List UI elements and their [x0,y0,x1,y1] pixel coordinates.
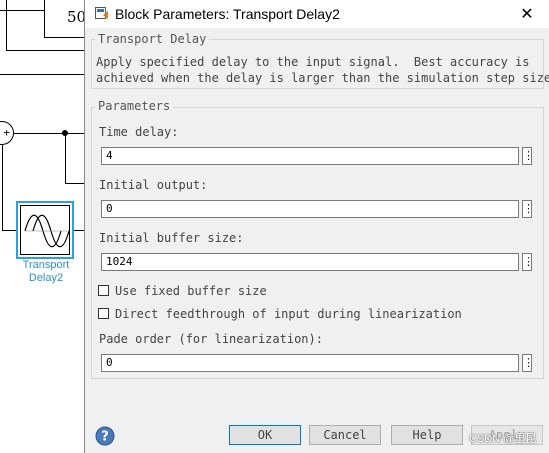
transport-delay-label-line1: Transport [22,259,70,271]
ok-button[interactable]: OK [229,425,301,445]
block-description: Apply specified delay to the input signa… [96,55,549,85]
initial-buffer-size-label: Initial buffer size: [99,231,244,245]
wire-top-right [0,10,44,11]
gain-block[interactable]: 50 [44,0,88,38]
initial-buffer-size-input[interactable]: 1024 [101,253,519,271]
wire-branch-horizontal [65,183,86,184]
block-parameters-dialog: Block Parameters: Transport Delay2 ✕ Tra… [84,0,549,453]
wire-feedback-horizontal [14,133,86,134]
transport-delay-label: Transport Delay2 [10,259,82,285]
watermark: CSDN @里昆 [469,433,537,445]
description-group-legend: Transport Delay [95,32,210,46]
wire-top-left-vertical [6,0,7,50]
direct-feedthrough-label[interactable]: Direct feedthrough of input during linea… [115,307,462,321]
cancel-button[interactable]: Cancel [309,425,381,445]
dialog-titlebar[interactable]: Block Parameters: Transport Delay2 ✕ [85,0,549,28]
simulink-app-icon [95,7,108,19]
dialog-title: Block Parameters: Transport Delay2 [115,6,340,22]
initial-buffer-size-more-button[interactable]: ⋮ [522,253,534,271]
pade-order-more-button[interactable]: ⋮ [522,354,534,372]
initial-output-input[interactable]: 0 [101,200,519,218]
sum-sign: + [3,126,10,139]
pade-order-label: Pade order (for linearization): [99,332,323,346]
sum-block[interactable]: + [0,121,14,145]
wire-mid-horizontal [0,74,86,75]
transport-delay-label-line2: Delay2 [28,272,64,284]
use-fixed-buffer-size-label[interactable]: Use fixed buffer size [115,284,267,298]
delayed-sine-icon [24,214,70,248]
svg-text:?: ? [101,430,109,445]
initial-output-more-button[interactable]: ⋮ [522,200,534,218]
wire-to-delay [2,230,16,231]
transport-delay-block[interactable] [16,201,74,259]
initial-output-label: Initial output: [99,178,208,192]
wire-sum-down [2,145,3,230]
use-fixed-buffer-size-checkbox[interactable] [98,285,109,296]
time-delay-more-button[interactable]: ⋮ [522,147,534,165]
wire-top-horizontal [6,50,86,51]
close-icon[interactable]: ✕ [517,4,537,24]
time-delay-label: Time delay: [99,125,179,139]
parameters-group-legend: Parameters [95,99,174,113]
direct-feedthrough-checkbox[interactable] [98,308,109,319]
help-button[interactable]: Help [391,425,463,445]
help-icon[interactable]: ? [95,426,115,446]
time-delay-input[interactable]: 4 [101,147,519,165]
transport-delay-icon [20,205,70,255]
pade-order-input[interactable]: 0 [101,354,519,372]
wire-branch-vertical [65,133,66,183]
